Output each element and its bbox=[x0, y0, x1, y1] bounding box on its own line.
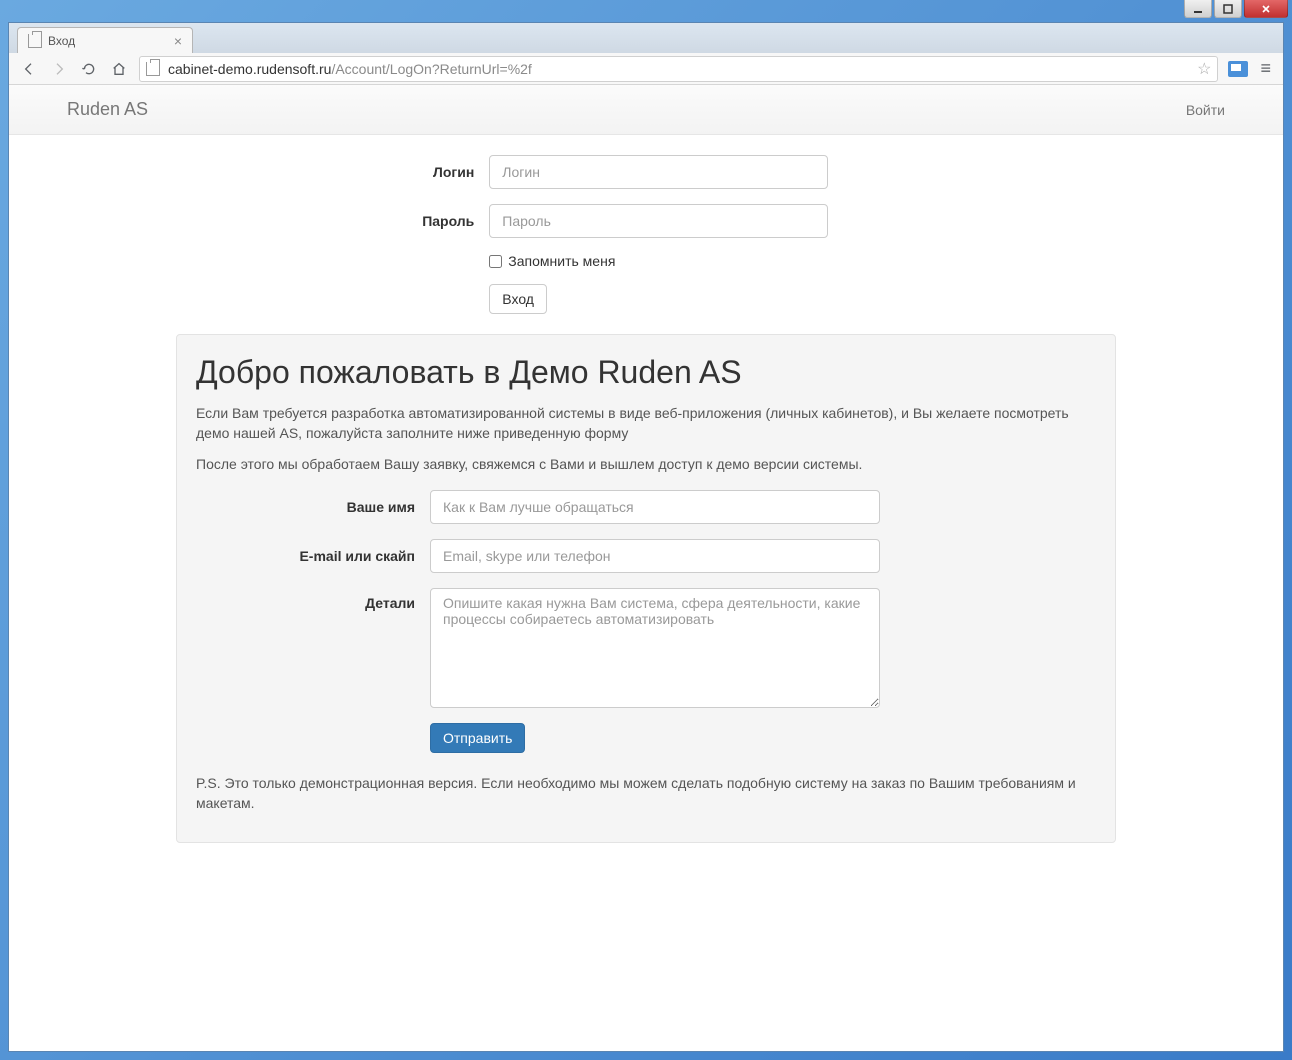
windows-frame: Вход × cabinet-demo.rudensoft.ru/Account… bbox=[0, 0, 1292, 1060]
browser-tab[interactable]: Вход × bbox=[17, 27, 193, 53]
home-button[interactable] bbox=[105, 55, 133, 83]
name-input[interactable] bbox=[430, 490, 880, 524]
welcome-paragraph-2: После этого мы обработаем Вашу заявку, с… bbox=[196, 454, 1096, 474]
contact-input[interactable] bbox=[430, 539, 880, 573]
request-form: Ваше имя E-mail или скайп bbox=[196, 490, 1096, 753]
login-submit-button[interactable]: Вход bbox=[489, 284, 547, 314]
login-input[interactable] bbox=[489, 155, 827, 189]
tab-title: Вход bbox=[48, 34, 166, 48]
back-button[interactable] bbox=[15, 55, 43, 83]
browser-toolbar: cabinet-demo.rudensoft.ru/Account/LogOn?… bbox=[9, 53, 1283, 85]
login-label: Логин bbox=[176, 164, 489, 180]
browser-window: Вход × cabinet-demo.rudensoft.ru/Account… bbox=[8, 22, 1284, 1052]
navbar-login-link[interactable]: Войти bbox=[1186, 102, 1225, 118]
url-path: /Account/LogOn?ReturnUrl=%2f bbox=[331, 61, 531, 77]
navbar-brand[interactable]: Ruden AS bbox=[67, 99, 148, 120]
arrow-left-icon bbox=[21, 61, 37, 77]
site-navbar: Ruden AS Войти bbox=[9, 85, 1283, 135]
password-input[interactable] bbox=[489, 204, 827, 238]
remember-label: Запомнить меня bbox=[508, 253, 615, 269]
welcome-panel: Добро пожаловать в Демо Ruden AS Если Ва… bbox=[176, 334, 1116, 843]
password-label: Пароль bbox=[176, 213, 489, 229]
remember-checkbox[interactable] bbox=[489, 255, 502, 268]
page-content: Ruden AS Войти Логин Пароль bbox=[9, 85, 1283, 1051]
window-maximize-button[interactable] bbox=[1214, 0, 1242, 18]
contact-label: E-mail или скайп bbox=[196, 548, 430, 564]
welcome-heading: Добро пожаловать в Демо Ruden AS bbox=[196, 354, 1096, 391]
details-textarea[interactable] bbox=[430, 588, 880, 708]
page-icon bbox=[146, 62, 160, 76]
extension-icon[interactable] bbox=[1228, 61, 1248, 77]
address-bar[interactable]: cabinet-demo.rudensoft.ru/Account/LogOn?… bbox=[139, 56, 1218, 82]
window-minimize-button[interactable] bbox=[1184, 0, 1212, 18]
main-container: Логин Пароль Запомни bbox=[161, 135, 1131, 883]
name-label: Ваше имя bbox=[196, 499, 430, 515]
page-favicon-icon bbox=[28, 34, 42, 48]
close-icon bbox=[1261, 4, 1271, 14]
login-form: Логин Пароль Запомни bbox=[176, 155, 1116, 314]
home-icon bbox=[111, 61, 127, 77]
forward-button[interactable] bbox=[45, 55, 73, 83]
maximize-icon bbox=[1223, 4, 1233, 14]
browser-tab-strip: Вход × bbox=[9, 23, 1283, 53]
url-domain: cabinet-demo.rudensoft.ru bbox=[168, 61, 331, 77]
welcome-postscript: P.S. Это только демонстрационная версия.… bbox=[196, 773, 1096, 814]
windows-titlebar bbox=[0, 0, 1292, 22]
reload-icon bbox=[81, 61, 97, 77]
chrome-menu-button[interactable]: ≡ bbox=[1254, 58, 1277, 79]
details-label: Детали bbox=[196, 588, 430, 611]
bookmark-star-icon[interactable]: ☆ bbox=[1197, 59, 1211, 79]
tab-close-button[interactable]: × bbox=[174, 34, 182, 48]
minimize-icon bbox=[1193, 4, 1203, 14]
send-request-button[interactable]: Отправить bbox=[430, 723, 525, 753]
welcome-paragraph-1: Если Вам требуется разработка автоматизи… bbox=[196, 403, 1096, 444]
arrow-right-icon bbox=[51, 61, 67, 77]
reload-button[interactable] bbox=[75, 55, 103, 83]
window-close-button[interactable] bbox=[1244, 0, 1288, 18]
